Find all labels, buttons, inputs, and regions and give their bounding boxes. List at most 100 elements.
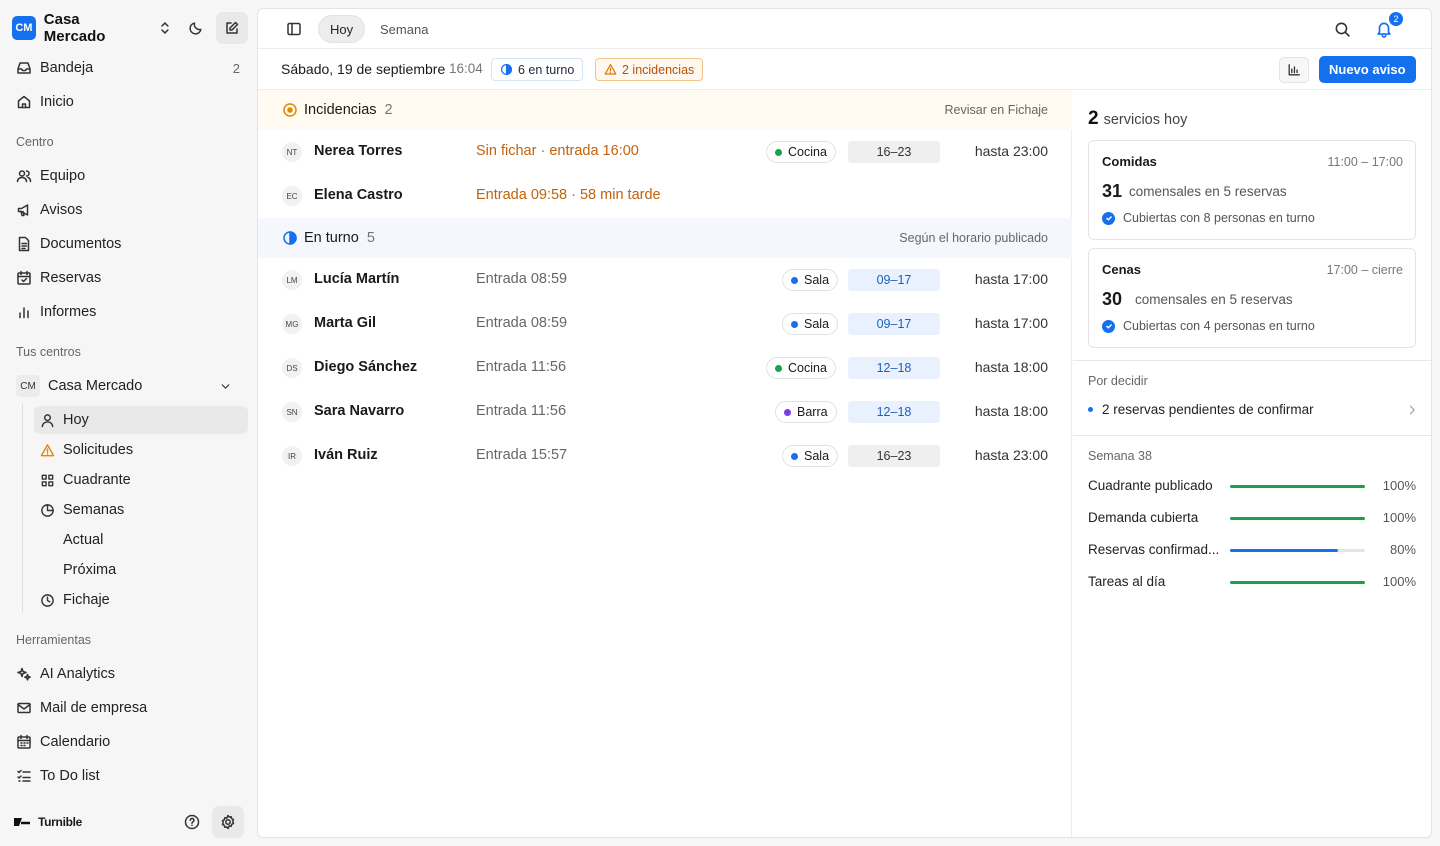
service-covers: 30: [1102, 289, 1123, 309]
group-count: 5: [366, 230, 375, 246]
table-row[interactable]: NT Nerea Torres Sin fichar · entrada 16:…: [258, 130, 1072, 174]
sidebar-toggle-icon[interactable]: [286, 21, 302, 37]
center-item-label: Hoy: [63, 412, 89, 428]
service-covers: 31: [1102, 181, 1123, 201]
service-card-cenas[interactable]: Cenas 17:00 – cierre 30 comensales en 5 …: [1088, 248, 1416, 348]
review-link[interactable]: Revisar en Fichaje: [944, 103, 1048, 117]
clock-status: Entrada 11:56: [476, 403, 567, 419]
shift-end: hasta 18:00: [974, 359, 1048, 375]
compose-button[interactable]: [216, 12, 248, 44]
inbox-icon: [17, 62, 31, 74]
week-item-proxima[interactable]: Próxima: [63, 562, 116, 578]
center-item-solicitudes[interactable]: Solicitudes: [34, 436, 248, 464]
center-item-semanas[interactable]: Semanas: [34, 496, 248, 524]
role-label: Sala: [804, 273, 830, 287]
group-title: En turno: [304, 230, 359, 246]
week-item-actual[interactable]: Actual: [63, 532, 103, 548]
nav-informes[interactable]: Informes: [8, 297, 248, 327]
avatar: NT: [282, 142, 302, 162]
current-time: 16:04: [449, 61, 483, 76]
center-item-cuadrante[interactable]: Cuadrante: [34, 466, 248, 494]
center-item-hoy[interactable]: Hoy: [34, 406, 248, 434]
warning-icon: [40, 443, 55, 456]
divider: [1073, 360, 1431, 361]
settings-button[interactable]: [212, 806, 244, 838]
employee-name: Lucía Martín: [314, 271, 400, 287]
on-shift-chip[interactable]: 6 en turno: [491, 58, 584, 81]
tool-calendario[interactable]: Calendario: [8, 727, 248, 757]
pending-item[interactable]: 2 reservas pendientes de confirmar: [1088, 402, 1418, 417]
notification-badge: 2: [1389, 12, 1403, 26]
shift-range: 09–17: [848, 313, 940, 335]
sidebar-footer: Turnible: [12, 806, 248, 838]
workspace-name[interactable]: Casa Mercado: [44, 11, 145, 45]
shift-range: 12–18: [848, 401, 940, 423]
grid-icon: [41, 474, 54, 486]
nav-label: Reservas: [40, 270, 102, 286]
new-notice-button[interactable]: Nuevo aviso: [1319, 56, 1416, 83]
role-badge: Cocina: [766, 141, 836, 163]
progress-fill: [1230, 517, 1365, 520]
calendar-check-icon: [17, 270, 31, 285]
tool-label: AI Analytics: [40, 666, 115, 682]
chevron-down-icon: [221, 383, 230, 389]
week-label: Semana 38: [1088, 449, 1152, 463]
nav-bandeja[interactable]: Bandeja 2: [8, 53, 248, 83]
tool-ai-analytics[interactable]: AI Analytics: [8, 659, 248, 689]
incidents-chip[interactable]: 2 incidencias: [595, 58, 704, 81]
role-badge: Cocina: [766, 357, 836, 379]
center-name: Casa Mercado: [48, 378, 143, 394]
tool-mail[interactable]: Mail de empresa: [8, 693, 248, 723]
table-row[interactable]: IR Iván Ruiz Entrada 15:57 Sala 16–23 ha…: [258, 434, 1072, 478]
clock-status: Entrada 11:56: [476, 359, 567, 375]
services-count: 2: [1088, 108, 1099, 129]
user-icon: [41, 413, 54, 427]
shift-end: hasta 17:00: [974, 271, 1048, 287]
check-icon: [1102, 211, 1115, 225]
service-name: Cenas: [1102, 262, 1142, 277]
home-icon: [17, 95, 31, 109]
shift-end: hasta 18:00: [974, 403, 1048, 419]
table-row[interactable]: DS Diego Sánchez Entrada 11:56 Cocina 12…: [258, 346, 1072, 390]
chevron-updown-icon[interactable]: [157, 20, 173, 36]
center-item-label: Semanas: [63, 502, 125, 518]
bar-chart-icon: [19, 307, 29, 319]
center-item-fichaje[interactable]: Fichaje: [34, 586, 248, 614]
stats-button[interactable]: [1279, 57, 1309, 83]
workspace-header: CM Casa Mercado: [12, 11, 248, 45]
search-icon[interactable]: [1334, 21, 1351, 38]
nav-equipo[interactable]: Equipo: [8, 161, 248, 191]
nav-reservas[interactable]: Reservas: [8, 263, 248, 293]
group-count: 2: [384, 102, 393, 118]
moon-icon[interactable]: [188, 20, 204, 36]
metric-label: Reservas confirmad...: [1088, 542, 1220, 557]
half-circle-icon: [501, 64, 512, 75]
center-selector[interactable]: CM Casa Mercado: [8, 371, 248, 401]
mail-icon: [17, 702, 31, 714]
table-row[interactable]: SN Sara Navarro Entrada 11:56 Barra 12–1…: [258, 390, 1072, 434]
service-covers-label: comensales en 5 reservas: [1129, 184, 1287, 199]
tab-semana[interactable]: Semana: [369, 15, 439, 43]
tool-todo[interactable]: To Do list: [8, 761, 248, 791]
table-row[interactable]: EC Elena Castro Entrada 09:58 · 58 min t…: [258, 174, 1072, 218]
center-badge: CM: [16, 375, 40, 397]
inbox-count: 2: [232, 60, 240, 76]
service-coverage: Cubiertas con 8 personas en turno: [1102, 211, 1315, 225]
help-icon[interactable]: [184, 814, 200, 830]
employee-name: Iván Ruiz: [314, 447, 378, 463]
metric-label: Demanda cubierta: [1088, 510, 1199, 525]
tab-hoy[interactable]: Hoy: [318, 15, 366, 43]
avatar: MG: [282, 314, 302, 334]
metric-row: Demanda cubierta 100%: [1088, 508, 1418, 528]
service-card-comidas[interactable]: Comidas 11:00 – 17:00 31 comensales en 5…: [1088, 140, 1416, 240]
clock-icon: [41, 593, 54, 607]
nav-avisos[interactable]: Avisos: [8, 195, 248, 225]
workspace-logo: CM: [12, 16, 36, 40]
nav-documentos[interactable]: Documentos: [8, 229, 248, 259]
gear-icon: [221, 814, 235, 830]
avatar: IR: [282, 446, 302, 466]
table-row[interactable]: LM Lucía Martín Entrada 08:59 Sala 09–17…: [258, 258, 1072, 302]
table-row[interactable]: MG Marta Gil Entrada 08:59 Sala 09–17 ha…: [258, 302, 1072, 346]
nav-inicio[interactable]: Inicio: [8, 87, 248, 117]
metric-row: Cuadrante publicado 100%: [1088, 476, 1418, 496]
